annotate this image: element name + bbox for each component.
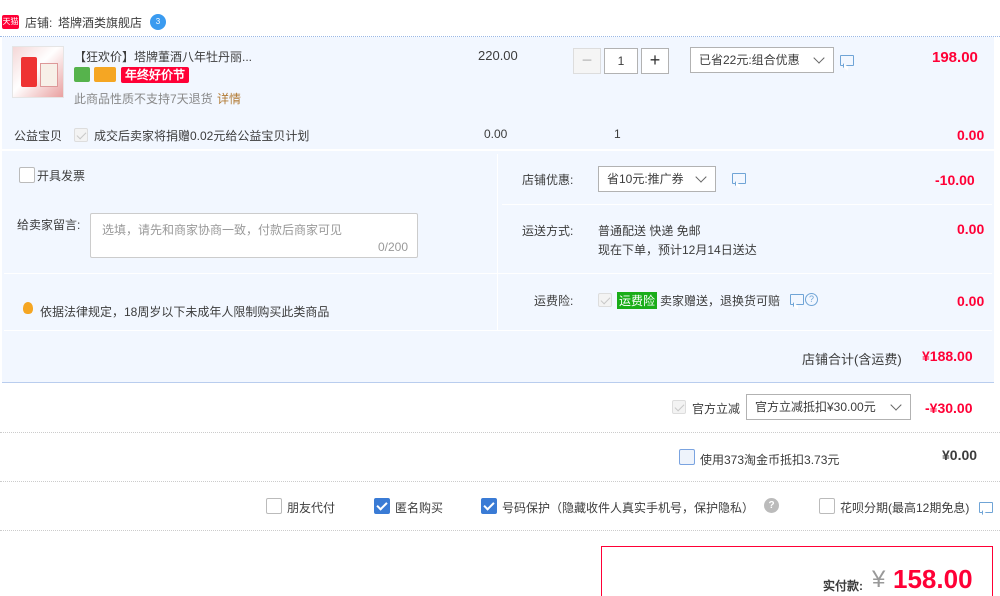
invoice-label: 开具发票 [37,169,86,183]
chat-icon[interactable]: 3 [150,14,166,30]
block-divider-3 [4,330,992,331]
charity-qty: 1 [614,127,621,141]
message-icon[interactable] [979,502,993,513]
guarantee-icon [74,67,90,82]
shop-discount-select-value: 省10元:推广券 [607,172,684,186]
invoice-checkbox[interactable] [19,167,35,183]
official-amount: -¥30.00 [925,400,973,416]
shop-discount-select[interactable]: 省10元:推广券 [598,166,716,192]
help-icon[interactable]: ? [764,498,779,513]
shipping-label: 运送方式: [522,224,574,238]
charity-price: 0.00 [484,127,508,141]
official-select-value: 官方立减抵扣¥30.00元 [755,400,876,414]
official-checkbox [672,400,686,414]
message-label: 给卖家留言: [17,218,81,232]
shop-total-label: 店铺合计(含运费) [802,352,902,367]
product-title-link[interactable]: 【狂欢价】塔牌董酒八年牡丹丽... [74,48,252,65]
phone-protect-label: 号码保护（隐藏收件人真实手机号，保护隐私） [502,501,755,515]
divider-options [0,530,1000,531]
qty-plus-button[interactable]: + [641,48,669,74]
shipping-method: 普通配送 快递 免邮 [598,224,701,238]
huabei-label: 花呗分期(最高12期免息) [840,501,970,515]
insurance-tag: 运费险 [617,292,658,309]
discount-select[interactable]: 已省22元:组合优惠 [690,47,834,73]
message-textarea[interactable]: 选填，请先和商家协商一致，付款后商家可见 0/200 [90,213,418,258]
insurance-desc: 卖家赠送，退换货可赔 [660,294,781,308]
payment-currency: ¥ [872,566,886,593]
anonymous-checkbox[interactable] [374,498,390,514]
official-label: 官方立减 [692,402,741,416]
insurance-amount: 0.00 [957,293,985,309]
block-divider-2 [4,273,992,274]
help-icon[interactable]: ? [805,293,818,306]
card-icon [94,67,116,82]
anonymous-label: 匿名购买 [395,501,444,515]
phone-protect-checkbox[interactable] [481,498,497,514]
unit-price: 220.00 [478,48,518,63]
message-icon[interactable] [790,294,804,305]
taojinbi-checkbox[interactable] [679,449,695,465]
charity-desc: 成交后卖家将捐赠0.02元给公益宝贝计划 [94,129,310,143]
friend-pay-checkbox[interactable] [266,498,282,514]
shipping-eta: 现在下单，预计12月14日送达 [598,243,757,257]
qty-minus-button[interactable]: − [573,48,601,74]
charity-total: 0.00 [957,127,985,143]
shop-label: 店铺: [25,16,53,30]
insurance-checkbox [598,293,612,307]
insurance-label: 运费险: [534,294,574,308]
legal-notice: 依据法律规定，18周岁以下未成年人限制购买此类商品 [40,305,330,319]
promo-tag: 年终好价节 [121,67,190,83]
chevron-down-icon [695,171,707,183]
payment-label: 实付款: [823,579,863,593]
block-divider-1 [502,204,992,205]
shop-discount-label: 店铺优惠: [522,173,574,187]
shop-total-amount: ¥188.00 [922,348,973,364]
message-icon[interactable] [732,173,746,184]
product-subtotal: 198.00 [932,49,978,66]
message-icon[interactable] [840,55,854,66]
taojinbi-amount: ¥0.00 [942,447,978,463]
block-vertical-divider [497,154,498,330]
charity-label: 公益宝贝 [14,129,63,143]
shop-discount-amount: -10.00 [935,172,975,188]
huabei-checkbox[interactable] [819,498,835,514]
bulb-icon [23,302,33,314]
chevron-down-icon [813,52,825,64]
discount-select-value: 已省22元:组合优惠 [699,53,800,67]
friend-pay-label: 朋友代付 [287,501,336,515]
divider-taojinbi [0,481,1000,482]
taojinbi-label: 使用373淘金币抵扣3.73元 [700,453,840,467]
payment-amount: 158.00 [893,564,973,594]
detail-link[interactable]: 详情 [217,90,241,107]
official-select[interactable]: 官方立减抵扣¥30.00元 [746,394,911,420]
no-return-text: 此商品性质不支持7天退货 [74,92,213,106]
product-thumbnail[interactable] [12,46,64,98]
charity-checkbox [74,128,88,142]
tmall-badge: 天猫 [2,15,19,29]
qty-input[interactable]: 1 [604,48,638,74]
chevron-down-icon [890,399,902,411]
message-counter: 0/200 [377,240,408,254]
shop-name-link[interactable]: 塔牌酒类旗舰店 [58,14,142,31]
message-placeholder: 选填，请先和商家协商一致，付款后商家可见 [102,223,343,237]
shipping-amount: 0.00 [957,221,985,237]
divider-official [0,432,1000,433]
